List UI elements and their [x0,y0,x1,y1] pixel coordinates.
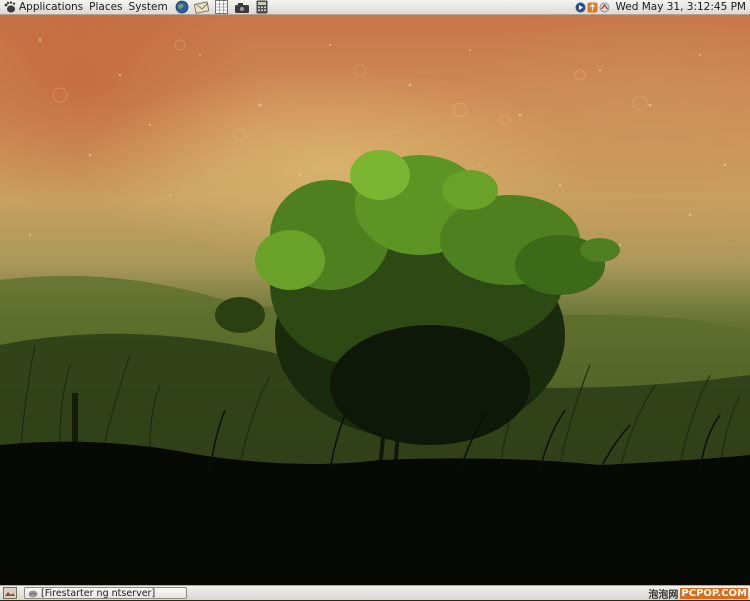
update-icon[interactable] [587,2,598,13]
web-browser-icon[interactable] [174,0,190,14]
menu-places[interactable]: Places [89,1,122,13]
camera-icon[interactable] [234,0,250,14]
menu-applications[interactable]: Applications [19,1,83,13]
menu-system[interactable]: System [129,1,168,13]
bottom-panel: [Firestarter ng ntserver] 泡泡网 PCPOP.COM [0,585,750,601]
clock[interactable]: Wed May 31, 3:12:45 PM [615,1,746,13]
gnome-foot-icon [4,1,16,13]
firestarter-icon [28,590,38,597]
taskbar-button-firestarter[interactable]: [Firestarter ng ntserver] [24,587,187,599]
watermark-left: 泡泡网 [648,589,679,601]
watermark: 泡泡网 PCPOP.COM [648,586,750,601]
desktop-wallpaper[interactable] [0,15,750,585]
media-play-icon[interactable] [575,2,586,13]
wallpaper-scene [0,38,750,585]
mail-icon[interactable] [193,0,210,14]
show-desktop-icon[interactable] [2,587,18,600]
launcher-group [172,0,272,14]
network-icon[interactable] [599,2,610,13]
calculator-icon[interactable] [254,0,270,14]
taskbar-button-label: [Firestarter ng ntserver] [41,587,156,599]
watermark-right: PCPOP.COM [680,587,748,599]
top-panel: Applications Places System Wed May 31, 3… [0,0,750,15]
foreground-silhouette [0,441,750,585]
menu-bar: Applications Places System [0,0,171,15]
spreadsheet-icon[interactable] [214,0,230,14]
bokeh-rings [52,39,648,142]
notification-area: Wed May 31, 3:12:45 PM [575,0,750,15]
